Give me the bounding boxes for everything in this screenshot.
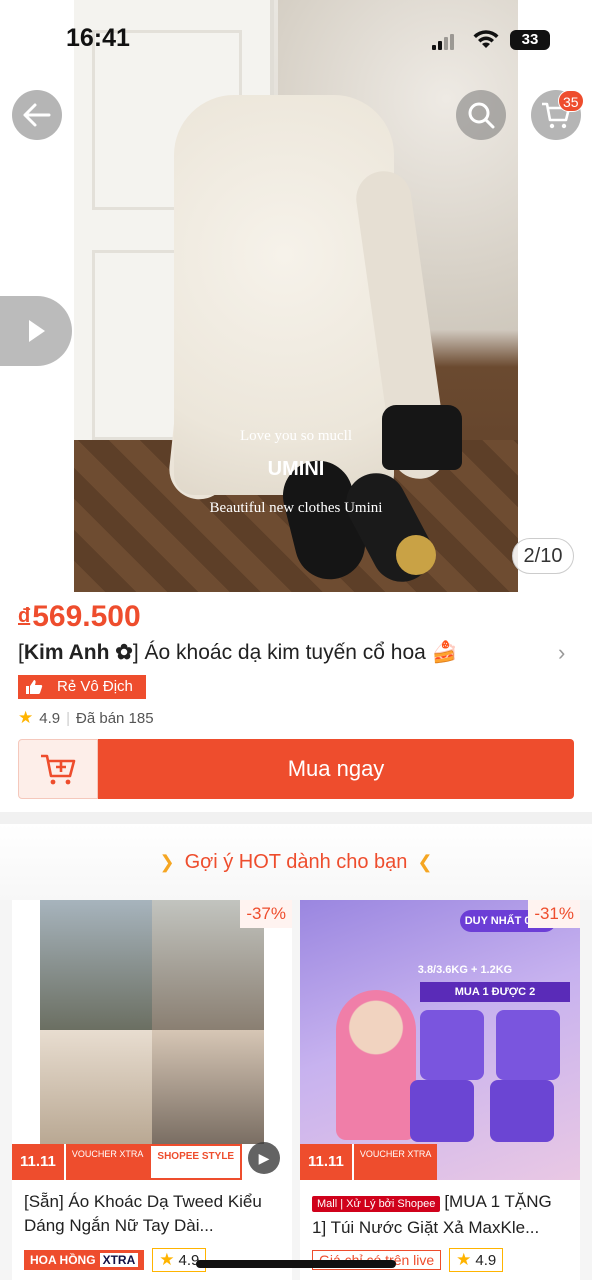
promo-ribbons: 11.11 VOUCHER XTRA SHOPEE STYLE [12, 1144, 243, 1180]
back-button[interactable] [12, 90, 62, 140]
add-to-cart-button[interactable] [18, 739, 98, 799]
deco-right-icon: ❮ [417, 851, 433, 872]
suggestion-rating: ★ 4.9 [449, 1248, 504, 1272]
shoe-toe-cap [396, 535, 436, 575]
star-icon: ★ [159, 1250, 175, 1269]
star-icon: ★ [18, 708, 34, 727]
chevron-right-icon[interactable]: › [558, 640, 565, 666]
divider: | [66, 709, 71, 727]
suggestions-title: Gợi ý HOT dành cho bạn [184, 850, 408, 873]
suggestion-meta: HOA HỒNG XTRA ★ 4.9 [24, 1248, 207, 1272]
ribbon-voucher: VOUCHER XTRA [63, 1144, 150, 1180]
search-button[interactable] [456, 90, 506, 140]
model-figure [336, 990, 416, 1140]
watermark-text: Love you so mucll [239, 428, 353, 444]
suggestion-name: [Sẵn] Áo Khoác Dạ Tweed Kiểu Dáng Ngắn N… [24, 1192, 262, 1235]
cart-count-badge: 35 [558, 90, 584, 112]
ribbon-voucher: VOUCHER XTRA [351, 1144, 438, 1180]
commission-xtra: XTRA [99, 1253, 139, 1267]
arrow-left-icon [23, 103, 51, 127]
wifi-icon [472, 28, 500, 57]
suggestion-card[interactable]: DUY NHẤT 01/11 3.8/3.6KG + 1.2KG MUA 1 Đ… [300, 900, 580, 1280]
status-time: 16:41 [66, 24, 130, 52]
thumb-photo [152, 1030, 264, 1144]
product-rating[interactable]: ★ 4.9 | Đã bán 185 [18, 708, 154, 728]
rating-value: 4.9 [475, 1251, 497, 1269]
product-photo[interactable]: Love you so mucll UMINI Beautiful new cl… [74, 0, 518, 592]
thumb-photo [40, 1030, 152, 1144]
ribbon-1111: 11.11 [12, 1144, 64, 1180]
mall-badge: Mall | Xử Lý bởi Shopee [312, 1196, 441, 1212]
product-title-text: Áo khoác dạ kim tuyến cổ hoa 🍰 [138, 641, 458, 664]
purchase-bar: Mua ngay [18, 739, 574, 799]
deco-left-icon: ❯ [159, 851, 175, 872]
promo-ribbons: 11.11 VOUCHER XTRA [300, 1144, 438, 1180]
cart-plus-icon [41, 754, 76, 785]
search-icon [468, 102, 495, 129]
ribbon-shopee-style: SHOPEE STYLE [149, 1144, 243, 1180]
promo-tag-label: Rẻ Vô Địch [49, 676, 145, 698]
shop-name: Kim Anh ✿ [23, 641, 133, 664]
star-icon: ★ [456, 1250, 472, 1269]
thumbs-up-icon [19, 676, 49, 698]
home-indicator[interactable] [196, 1260, 396, 1268]
promo-weight: 3.8/3.6KG + 1.2KG [417, 964, 513, 976]
suggestions-header: ❯ Gợi ý HOT dành cho bạn ❮ [0, 824, 592, 900]
discount-badge: -37% [240, 900, 292, 928]
product-price: đ569.500 [18, 600, 141, 634]
gallery-counter: 2/10 [512, 538, 574, 574]
play-icon[interactable]: ▶ [248, 1142, 280, 1174]
rating-value: 4.9 [39, 709, 61, 727]
product-thumbnail[interactable]: -37% 11.11 VOUCHER XTRA SHOPEE STYLE ▶ [12, 900, 292, 1180]
product-page: Love you so mucll UMINI Beautiful new cl… [0, 0, 592, 1280]
product-gallery[interactable]: Love you so mucll UMINI Beautiful new cl… [0, 0, 592, 592]
watermark-text: Beautiful new clothes Umini [209, 500, 383, 516]
detergent-pack [490, 1080, 554, 1142]
buy-now-button[interactable]: Mua ngay [98, 739, 574, 799]
detergent-pack [420, 1010, 484, 1080]
commission-badge: HOA HỒNG XTRA [24, 1250, 145, 1270]
detergent-pack [410, 1080, 474, 1142]
play-icon [29, 320, 45, 342]
currency-symbol: đ [18, 605, 31, 627]
price-value: 569.500 [32, 600, 141, 633]
sold-count: Đã bán 185 [76, 709, 154, 727]
suggestion-card[interactable]: -37% 11.11 VOUCHER XTRA SHOPEE STYLE ▶ [… [12, 900, 292, 1280]
status-bar: 16:41 33 [0, 0, 592, 78]
cellular-signal-icon [432, 34, 454, 50]
promo-deal: MUA 1 ĐƯỢC 2 [420, 982, 570, 1002]
suggestion-name: Mall | Xử Lý bởi Shopee [MUA 1 TẶNG 1] Tú… [312, 1190, 570, 1238]
commission-label: HOA HỒNG [30, 1253, 96, 1267]
section-divider [0, 812, 592, 824]
ribbon-1111: 11.11 [300, 1144, 352, 1180]
product-title[interactable]: [Kim Anh ✿] Áo khoác dạ kim tuyến cổ hoa… [18, 640, 538, 665]
battery-icon: 33 [510, 30, 550, 50]
promo-tag: Rẻ Vô Địch [18, 675, 146, 699]
detergent-pack [496, 1010, 560, 1080]
watermark-brand: UMINI [267, 458, 325, 480]
product-thumbnail[interactable]: DUY NHẤT 01/11 3.8/3.6KG + 1.2KG MUA 1 Đ… [300, 900, 580, 1180]
discount-badge: -31% [528, 900, 580, 928]
thumb-photo [40, 900, 152, 1030]
play-video-button[interactable] [0, 296, 72, 366]
